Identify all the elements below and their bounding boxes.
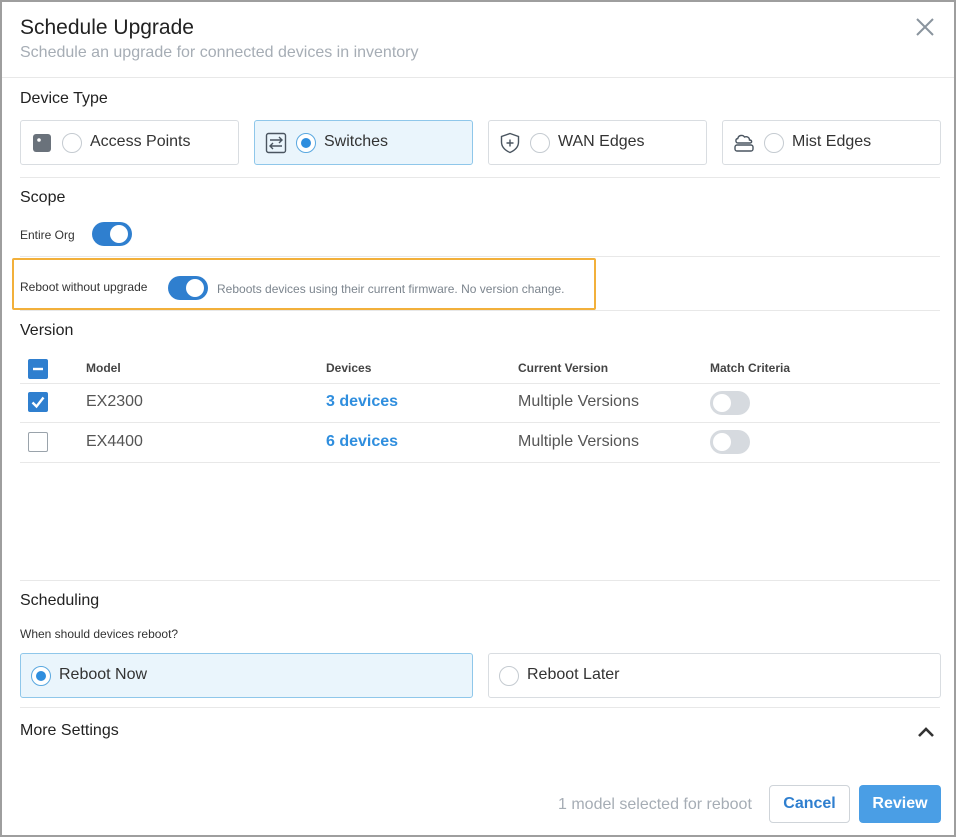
reboot-now-label: Reboot Now	[59, 666, 148, 683]
row-current-version: Multiple Versions	[518, 393, 639, 410]
entire-org-label: Entire Org	[20, 228, 75, 242]
table-row-divider	[20, 462, 940, 463]
device-type-title: Device Type	[20, 90, 108, 107]
row-model: EX2300	[86, 393, 143, 410]
scope-title: Scope	[20, 189, 66, 206]
chevron-up-icon[interactable]	[916, 724, 936, 740]
divider	[20, 177, 940, 178]
access-points-radio[interactable]	[62, 133, 82, 153]
reboot-without-upgrade-toggle[interactable]	[168, 276, 208, 300]
close-icon[interactable]	[914, 16, 936, 38]
checkmark-icon	[31, 396, 45, 409]
column-header-devices[interactable]: Devices	[326, 361, 371, 375]
column-header-current-version[interactable]: Current Version	[518, 361, 608, 375]
modal-title: Schedule Upgrade	[20, 16, 194, 39]
access-points-label: Access Points	[90, 133, 191, 150]
more-settings-title[interactable]: More Settings	[20, 722, 119, 740]
device-type-mist-edges[interactable]: Mist Edges	[722, 120, 941, 165]
column-header-match-criteria[interactable]: Match Criteria	[710, 361, 790, 375]
toggle-knob	[110, 225, 128, 243]
modal-subtitle: Schedule an upgrade for connected device…	[20, 44, 419, 61]
wan-edge-shield-icon	[500, 132, 520, 154]
table-row-divider	[20, 422, 940, 423]
device-type-access-points[interactable]: Access Points	[20, 120, 239, 165]
toggle-knob	[713, 433, 731, 451]
version-title: Version	[20, 322, 74, 339]
divider	[20, 310, 940, 311]
wan-edges-label: WAN Edges	[558, 133, 645, 150]
scheduling-title: Scheduling	[20, 592, 100, 609]
toggle-knob	[713, 394, 731, 412]
row-model: EX4400	[86, 433, 143, 450]
row-match-criteria-toggle[interactable]	[710, 430, 750, 454]
divider	[20, 707, 940, 708]
reboot-now-option[interactable]: Reboot Now	[20, 653, 473, 698]
row-devices-link[interactable]: 6 devices	[326, 433, 398, 451]
reboot-without-upgrade-description: Reboots devices using their current firm…	[217, 282, 565, 296]
device-type-switches[interactable]: Switches	[254, 120, 473, 165]
column-header-model[interactable]: Model	[86, 361, 121, 375]
cancel-button[interactable]: Cancel	[769, 785, 850, 823]
access-point-icon	[33, 134, 51, 152]
reboot-now-radio[interactable]	[31, 666, 51, 686]
table-header-divider	[20, 383, 940, 384]
row-current-version: Multiple Versions	[518, 433, 639, 450]
row-match-criteria-toggle[interactable]	[710, 391, 750, 415]
row-devices-link[interactable]: 3 devices	[326, 393, 398, 411]
switches-label: Switches	[324, 133, 389, 150]
row-checkbox-ex4400[interactable]	[28, 432, 48, 452]
scheduling-question: When should devices reboot?	[20, 627, 179, 641]
review-button[interactable]: Review	[859, 785, 941, 823]
indeterminate-icon	[33, 367, 43, 371]
mist-edges-radio[interactable]	[764, 133, 784, 153]
reboot-later-radio[interactable]	[499, 666, 519, 686]
wan-edges-radio[interactable]	[530, 133, 550, 153]
row-checkbox-ex2300[interactable]	[28, 392, 48, 412]
mist-edge-cloud-icon	[734, 134, 754, 152]
header-divider	[2, 77, 954, 78]
reboot-later-label: Reboot Later	[527, 666, 620, 683]
divider	[20, 580, 940, 581]
switch-icon	[265, 132, 287, 154]
reboot-without-upgrade-label: Reboot without upgrade	[20, 280, 148, 294]
switches-radio[interactable]	[296, 133, 316, 153]
entire-org-toggle[interactable]	[92, 222, 132, 246]
device-type-wan-edges[interactable]: WAN Edges	[488, 120, 707, 165]
mist-edges-label: Mist Edges	[792, 133, 872, 150]
reboot-later-option[interactable]: Reboot Later	[488, 653, 941, 698]
divider	[20, 256, 940, 257]
selection-summary: 1 model selected for reboot	[558, 796, 752, 813]
select-all-checkbox[interactable]	[28, 359, 48, 379]
toggle-knob	[186, 279, 204, 297]
schedule-upgrade-modal: Schedule Upgrade Schedule an upgrade for…	[0, 0, 956, 837]
